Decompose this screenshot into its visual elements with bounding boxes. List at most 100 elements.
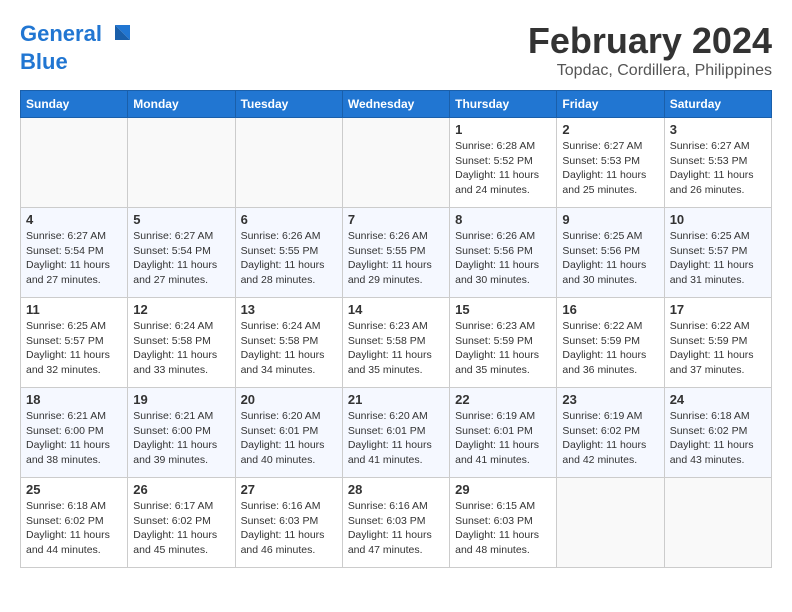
calendar-cell: 28 Sunrise: 6:16 AMSunset: 6:03 PMDayligh… (342, 478, 449, 568)
calendar-cell: 27 Sunrise: 6:16 AMSunset: 6:03 PMDayligh… (235, 478, 342, 568)
day-number: 15 (455, 302, 551, 317)
day-number: 28 (348, 482, 444, 497)
day-number: 10 (670, 212, 766, 227)
day-info: Sunrise: 6:25 AMSunset: 5:57 PMDaylight:… (26, 319, 122, 378)
day-number: 5 (133, 212, 229, 227)
calendar-cell (128, 118, 235, 208)
day-info: Sunrise: 6:24 AMSunset: 5:58 PMDaylight:… (241, 319, 337, 378)
day-number: 25 (26, 482, 122, 497)
calendar-cell: 24 Sunrise: 6:18 AMSunset: 6:02 PMDayligh… (664, 388, 771, 478)
day-info: Sunrise: 6:25 AMSunset: 5:56 PMDaylight:… (562, 229, 658, 288)
day-number: 4 (26, 212, 122, 227)
day-info: Sunrise: 6:24 AMSunset: 5:58 PMDaylight:… (133, 319, 229, 378)
calendar-cell: 22 Sunrise: 6:19 AMSunset: 6:01 PMDayligh… (450, 388, 557, 478)
day-number: 22 (455, 392, 551, 407)
calendar-cell: 23 Sunrise: 6:19 AMSunset: 6:02 PMDayligh… (557, 388, 664, 478)
calendar-cell (235, 118, 342, 208)
col-header-tuesday: Tuesday (235, 91, 342, 118)
calendar-cell: 12 Sunrise: 6:24 AMSunset: 5:58 PMDayligh… (128, 298, 235, 388)
day-info: Sunrise: 6:18 AMSunset: 6:02 PMDaylight:… (26, 499, 122, 558)
calendar-table: SundayMondayTuesdayWednesdayThursdayFrid… (20, 90, 772, 568)
calendar-cell: 5Sunrise: 6:27 AMSunset: 5:54 PMDaylight… (128, 208, 235, 298)
logo-icon (105, 20, 135, 50)
col-header-sunday: Sunday (21, 91, 128, 118)
col-header-wednesday: Wednesday (342, 91, 449, 118)
day-number: 1 (455, 122, 551, 137)
day-info: Sunrise: 6:26 AMSunset: 5:56 PMDaylight:… (455, 229, 551, 288)
day-number: 18 (26, 392, 122, 407)
week-row-1: 1 Sunrise: 6:28 AMSunset: 5:52 PMDaylight… (21, 118, 772, 208)
day-info: Sunrise: 6:26 AMSunset: 5:55 PMDaylight:… (348, 229, 444, 288)
calendar-cell: 26Sunrise: 6:17 AMSunset: 6:02 PMDayligh… (128, 478, 235, 568)
day-number: 6 (241, 212, 337, 227)
header-row: SundayMondayTuesdayWednesdayThursdayFrid… (21, 91, 772, 118)
day-info: Sunrise: 6:16 AMSunset: 6:03 PMDaylight:… (348, 499, 444, 558)
day-number: 13 (241, 302, 337, 317)
logo-line1: General (20, 21, 102, 46)
calendar-cell (342, 118, 449, 208)
day-info: Sunrise: 6:22 AMSunset: 5:59 PMDaylight:… (562, 319, 658, 378)
day-info: Sunrise: 6:22 AMSunset: 5:59 PMDaylight:… (670, 319, 766, 378)
day-info: Sunrise: 6:19 AMSunset: 6:02 PMDaylight:… (562, 409, 658, 468)
col-header-thursday: Thursday (450, 91, 557, 118)
day-info: Sunrise: 6:21 AMSunset: 6:00 PMDaylight:… (133, 409, 229, 468)
day-number: 21 (348, 392, 444, 407)
day-info: Sunrise: 6:20 AMSunset: 6:01 PMDaylight:… (348, 409, 444, 468)
day-info: Sunrise: 6:21 AMSunset: 6:00 PMDaylight:… (26, 409, 122, 468)
day-number: 12 (133, 302, 229, 317)
day-info: Sunrise: 6:27 AMSunset: 5:53 PMDaylight:… (670, 139, 766, 198)
day-number: 23 (562, 392, 658, 407)
calendar-cell: 4 Sunrise: 6:27 AMSunset: 5:54 PMDaylight… (21, 208, 128, 298)
calendar-cell (557, 478, 664, 568)
calendar-cell: 17 Sunrise: 6:22 AMSunset: 5:59 PMDayligh… (664, 298, 771, 388)
calendar-cell: 19 Sunrise: 6:21 AMSunset: 6:00 PMDayligh… (128, 388, 235, 478)
calendar-cell: 18 Sunrise: 6:21 AMSunset: 6:00 PMDayligh… (21, 388, 128, 478)
calendar-cell: 11 Sunrise: 6:25 AMSunset: 5:57 PMDayligh… (21, 298, 128, 388)
week-row-2: 4 Sunrise: 6:27 AMSunset: 5:54 PMDaylight… (21, 208, 772, 298)
calendar-cell: 29Sunrise: 6:15 AMSunset: 6:03 PMDayligh… (450, 478, 557, 568)
day-info: Sunrise: 6:19 AMSunset: 6:01 PMDaylight:… (455, 409, 551, 468)
calendar-cell: 10 Sunrise: 6:25 AMSunset: 5:57 PMDayligh… (664, 208, 771, 298)
day-info: Sunrise: 6:23 AMSunset: 5:58 PMDaylight:… (348, 319, 444, 378)
week-row-4: 18 Sunrise: 6:21 AMSunset: 6:00 PMDayligh… (21, 388, 772, 478)
day-number: 19 (133, 392, 229, 407)
day-info: Sunrise: 6:28 AMSunset: 5:52 PMDaylight:… (455, 139, 551, 198)
calendar-cell (664, 478, 771, 568)
day-number: 14 (348, 302, 444, 317)
day-number: 24 (670, 392, 766, 407)
day-number: 17 (670, 302, 766, 317)
main-title: February 2024 (528, 20, 772, 62)
col-header-saturday: Saturday (664, 91, 771, 118)
day-info: Sunrise: 6:26 AMSunset: 5:55 PMDaylight:… (241, 229, 337, 288)
calendar-cell: 6 Sunrise: 6:26 AMSunset: 5:55 PMDaylight… (235, 208, 342, 298)
logo: General Blue (20, 20, 135, 74)
calendar-cell: 13 Sunrise: 6:24 AMSunset: 5:58 PMDayligh… (235, 298, 342, 388)
day-info: Sunrise: 6:16 AMSunset: 6:03 PMDaylight:… (241, 499, 337, 558)
day-number: 11 (26, 302, 122, 317)
day-number: 9 (562, 212, 658, 227)
subtitle: Topdac, Cordillera, Philippines (528, 62, 772, 80)
day-number: 16 (562, 302, 658, 317)
day-number: 7 (348, 212, 444, 227)
day-info: Sunrise: 6:18 AMSunset: 6:02 PMDaylight:… (670, 409, 766, 468)
day-number: 2 (562, 122, 658, 137)
week-row-3: 11 Sunrise: 6:25 AMSunset: 5:57 PMDayligh… (21, 298, 772, 388)
day-info: Sunrise: 6:23 AMSunset: 5:59 PMDaylight:… (455, 319, 551, 378)
day-number: 3 (670, 122, 766, 137)
day-number: 29 (455, 482, 551, 497)
day-number: 20 (241, 392, 337, 407)
calendar-cell: 16 Sunrise: 6:22 AMSunset: 5:59 PMDayligh… (557, 298, 664, 388)
calendar-cell: 15 Sunrise: 6:23 AMSunset: 5:59 PMDayligh… (450, 298, 557, 388)
day-info: Sunrise: 6:17 AMSunset: 6:02 PMDaylight:… (133, 499, 229, 558)
day-number: 27 (241, 482, 337, 497)
calendar-cell: 20Sunrise: 6:20 AMSunset: 6:01 PMDayligh… (235, 388, 342, 478)
day-info: Sunrise: 6:27 AMSunset: 5:53 PMDaylight:… (562, 139, 658, 198)
day-info: Sunrise: 6:27 AMSunset: 5:54 PMDaylight:… (26, 229, 122, 288)
calendar-cell: 2 Sunrise: 6:27 AMSunset: 5:53 PMDaylight… (557, 118, 664, 208)
calendar-cell: 14 Sunrise: 6:23 AMSunset: 5:58 PMDayligh… (342, 298, 449, 388)
calendar-cell: 25 Sunrise: 6:18 AMSunset: 6:02 PMDayligh… (21, 478, 128, 568)
col-header-friday: Friday (557, 91, 664, 118)
calendar-cell (21, 118, 128, 208)
calendar-cell: 8Sunrise: 6:26 AMSunset: 5:56 PMDaylight… (450, 208, 557, 298)
day-info: Sunrise: 6:25 AMSunset: 5:57 PMDaylight:… (670, 229, 766, 288)
